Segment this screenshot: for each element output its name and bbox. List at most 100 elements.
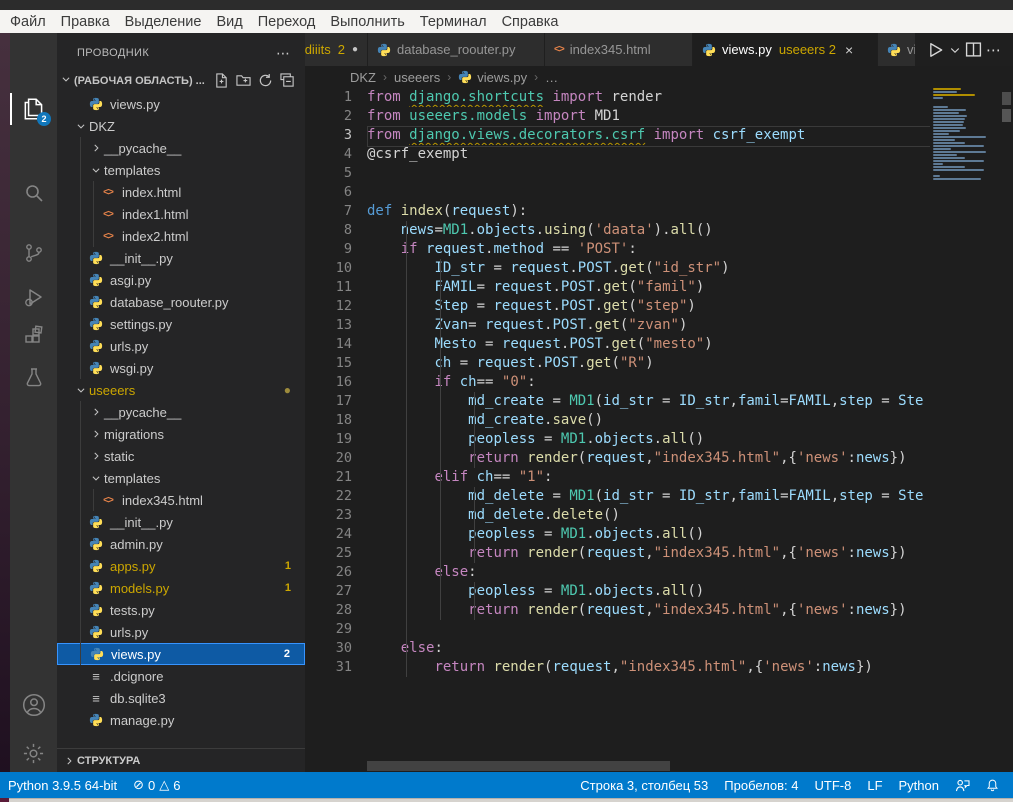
indentation-status[interactable]: Пробелов: 4 — [716, 772, 806, 798]
run-debug-icon[interactable] — [10, 277, 57, 317]
indent-guide — [474, 487, 475, 563]
language-mode-status[interactable]: Python — [891, 772, 947, 798]
tree-item-label: settings.py — [110, 317, 172, 332]
tree-item-templates[interactable]: templates — [57, 467, 305, 489]
close-icon[interactable]: × — [845, 42, 853, 58]
line-number: 18 — [305, 411, 367, 430]
account-icon[interactable] — [10, 685, 57, 725]
new-file-icon[interactable] — [214, 73, 229, 88]
outline-section-header[interactable]: СТРУКТУРА — [57, 748, 305, 773]
feedback-icon[interactable] — [947, 772, 978, 798]
tree-item-index.html[interactable]: <>index.html — [57, 181, 305, 203]
tree-item-static[interactable]: static — [57, 445, 305, 467]
vscode-window: Файл Правка Выделение Вид Переход Выполнить Те… — [0, 0, 1013, 802]
workspace-section-label: (РАБОЧАЯ ОБЛАСТЬ) ... — [74, 75, 205, 87]
tree-item-models.py[interactable]: models.py1 — [57, 577, 305, 599]
explorer-icon[interactable]: 2 — [10, 89, 57, 129]
tab-database_roouter.py[interactable]: database_roouter.py — [368, 33, 545, 66]
tree-item-__pycache__[interactable]: __pycache__ — [57, 137, 305, 159]
minimap[interactable] — [930, 88, 1000, 208]
chevron-down-icon[interactable] — [949, 37, 961, 63]
more-actions-icon[interactable]: ⋯ — [276, 45, 291, 62]
menu-item-вид[interactable]: Вид — [216, 14, 242, 30]
code-editor[interactable]: 1from django.shortcuts import render2fro… — [305, 88, 930, 761]
tree-item-__pycache__[interactable]: __pycache__ — [57, 401, 305, 423]
tree-item-__init__.py[interactable]: __init__.py — [57, 511, 305, 533]
tree-item-manage.py[interactable]: manage.py — [57, 709, 305, 731]
tab-index345.html[interactable]: <>index345.html — [545, 33, 693, 66]
tree-item-index345.html[interactable]: <>index345.html — [57, 489, 305, 511]
problems-status[interactable]: ⊘0 △6 — [125, 772, 188, 798]
code-line-12: 12 Step = request.POST.get("step") — [305, 297, 930, 316]
tree-item-DKZ[interactable]: DKZ — [57, 115, 305, 137]
breadcrumb-item-views.py[interactable]: views.py — [458, 70, 527, 85]
workspace-section-header[interactable]: (РАБОЧАЯ ОБЛАСТЬ) ... — [57, 69, 305, 92]
tree-indent-guide — [80, 137, 81, 379]
menu-item-файл[interactable]: Файл — [10, 14, 46, 30]
tree-item-views.py[interactable]: views.py — [57, 93, 305, 115]
tree-item-urls.py[interactable]: urls.py — [57, 335, 305, 357]
breadcrumb-item-…[interactable]: … — [545, 70, 558, 85]
tree-item-label: DKZ — [89, 119, 115, 134]
testing-icon[interactable] — [10, 357, 57, 397]
python-interpreter-status[interactable]: Python 3.9.5 64-bit — [0, 772, 125, 798]
tab-diiits[interactable]: diiits2● — [305, 33, 368, 66]
tree-item-templates[interactable]: templates — [57, 159, 305, 181]
menu-item-выполнить[interactable]: Выполнить — [330, 14, 404, 30]
minimap-line — [933, 97, 943, 99]
tree-item-asgi.py[interactable]: asgi.py — [57, 269, 305, 291]
search-icon[interactable] — [10, 173, 57, 213]
breadcrumb-item-DKZ[interactable]: DKZ — [350, 70, 376, 85]
menu-item-правка[interactable]: Правка — [61, 14, 110, 30]
menu-item-переход[interactable]: Переход — [258, 14, 316, 30]
tree-item-index2.html[interactable]: <>index2.html — [57, 225, 305, 247]
tree-item-__init__.py[interactable]: __init__.py — [57, 247, 305, 269]
horizontal-scrollbar-thumb[interactable] — [367, 761, 670, 771]
cursor-position-status[interactable]: Строка 3, столбец 53 — [572, 772, 716, 798]
tree-item-db.sqlite3[interactable]: ≡db.sqlite3 — [57, 687, 305, 709]
split-editor-icon[interactable] — [965, 37, 982, 63]
tree-item-migrations[interactable]: migrations — [57, 423, 305, 445]
modified-dot[interactable]: ● — [352, 44, 358, 55]
tree-item-label: __pycache__ — [104, 141, 181, 156]
breadcrumb-item-useeers[interactable]: useeers — [394, 70, 440, 85]
tree-item-views.py[interactable]: views.py2 — [57, 643, 305, 665]
tree-item-useeers[interactable]: useeers● — [57, 379, 305, 401]
file-file-icon: ≡ — [88, 668, 104, 684]
code-line-30: 30 else: — [305, 639, 930, 658]
new-folder-icon[interactable] — [236, 73, 251, 88]
code-line-14: 14 Mesto = request.POST.get("mesto") — [305, 335, 930, 354]
tree-item-admin.py[interactable]: admin.py — [57, 533, 305, 555]
menu-item-терминал[interactable]: Терминал — [420, 14, 487, 30]
collapse-all-icon[interactable] — [280, 73, 295, 88]
tree-item-index1.html[interactable]: <>index1.html — [57, 203, 305, 225]
refresh-icon[interactable] — [258, 73, 273, 88]
extensions-icon[interactable] — [10, 317, 57, 357]
horizontal-scrollbar[interactable] — [305, 761, 1013, 771]
line-number: 10 — [305, 259, 367, 278]
tab-views.py[interactable]: views.pyuseeers 2× — [693, 33, 878, 66]
tree-item-database_roouter.py[interactable]: database_roouter.py — [57, 291, 305, 313]
run-icon[interactable] — [925, 37, 945, 63]
tree-item-apps.py[interactable]: apps.py1 — [57, 555, 305, 577]
code-line-1: 1from django.shortcuts import render — [305, 88, 930, 107]
eol-status[interactable]: LF — [859, 772, 890, 798]
more-actions-icon[interactable]: ⋯ — [986, 37, 1003, 63]
indent-guide — [474, 392, 475, 468]
tree-item-tests.py[interactable]: tests.py — [57, 599, 305, 621]
tree-item-settings.py[interactable]: settings.py — [57, 313, 305, 335]
menu-item-выделение[interactable]: Выделение — [125, 14, 202, 30]
line-number: 26 — [305, 563, 367, 582]
tab-label: vie — [907, 42, 916, 57]
tree-item-wsgi.py[interactable]: wsgi.py — [57, 357, 305, 379]
tree-item-urls.py[interactable]: urls.py — [57, 621, 305, 643]
source-control-icon[interactable] — [10, 233, 57, 273]
tab-vie[interactable]: vie — [878, 33, 916, 66]
settings-gear-icon[interactable] — [10, 733, 57, 773]
line-number: 19 — [305, 430, 367, 449]
notifications-bell-icon[interactable] — [978, 772, 1007, 798]
menu-item-справка[interactable]: Справка — [502, 14, 559, 30]
tree-item-.dcignore[interactable]: ≡.dcignore — [57, 665, 305, 687]
py-file-icon — [88, 624, 104, 640]
encoding-status[interactable]: UTF-8 — [807, 772, 860, 798]
